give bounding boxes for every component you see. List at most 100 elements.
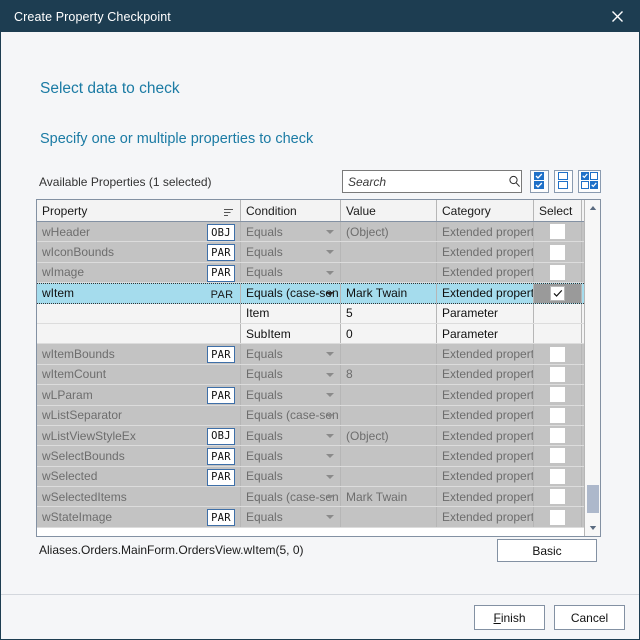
cell-select[interactable]	[534, 446, 582, 465]
cell-condition[interactable]: Equals	[241, 507, 341, 526]
table-row[interactable]: wStateImagePAREqualsExtended property	[37, 507, 600, 527]
type-badge[interactable]: PAR	[207, 244, 235, 261]
select-checkbox[interactable]	[550, 489, 565, 504]
table-row[interactable]: wImagePAREqualsExtended property	[37, 263, 600, 283]
close-button[interactable]	[595, 1, 639, 32]
column-header-select[interactable]: Select	[534, 200, 582, 221]
select-checkbox[interactable]	[550, 448, 565, 463]
cell-select[interactable]	[534, 426, 582, 445]
chevron-down-icon[interactable]	[326, 271, 334, 275]
type-badge[interactable]: PAR	[207, 265, 235, 282]
chevron-down-icon[interactable]	[326, 393, 334, 397]
cell-select[interactable]	[534, 365, 582, 384]
select-checkbox[interactable]	[550, 286, 565, 301]
cell-value[interactable]: 5	[341, 304, 437, 323]
cell-condition[interactable]: SubItem	[241, 324, 341, 343]
select-checkbox[interactable]	[550, 245, 565, 260]
type-badge[interactable]: OBJ	[207, 428, 235, 445]
chevron-down-icon[interactable]	[326, 230, 334, 234]
cell-value[interactable]: Mark Twain	[341, 487, 437, 506]
table-row[interactable]: wItemBoundsPAREqualsExtended property	[37, 344, 600, 364]
cell-value[interactable]	[341, 263, 437, 282]
type-badge[interactable]: OBJ	[207, 224, 235, 241]
cell-property[interactable]: wSelectedItems	[37, 487, 241, 506]
chevron-down-icon[interactable]	[326, 414, 334, 418]
cell-value[interactable]	[341, 446, 437, 465]
cell-select[interactable]	[534, 284, 582, 302]
select-checkbox[interactable]	[550, 428, 565, 443]
cell-property[interactable]	[37, 304, 241, 323]
cell-condition[interactable]: Equals	[241, 222, 341, 241]
cell-condition[interactable]: Equals (case-sen	[241, 284, 341, 302]
table-row[interactable]: wHeaderOBJEquals(Object)Extended propert…	[37, 222, 600, 242]
cell-property[interactable]: wStateImagePAR	[37, 507, 241, 526]
cell-condition[interactable]: Item	[241, 304, 341, 323]
cell-property[interactable]: wSelectedPAR	[37, 467, 241, 486]
cell-value[interactable]	[341, 385, 437, 404]
cell-condition[interactable]: Equals	[241, 385, 341, 404]
cell-value[interactable]: 0	[341, 324, 437, 343]
cell-value[interactable]	[341, 406, 437, 425]
cell-condition[interactable]: Equals	[241, 344, 341, 363]
cell-select[interactable]	[534, 344, 582, 363]
type-badge[interactable]: PAR	[207, 387, 235, 404]
search-input[interactable]	[343, 175, 507, 189]
cell-value[interactable]	[341, 467, 437, 486]
cell-select[interactable]	[534, 467, 582, 486]
select-checkbox[interactable]	[550, 408, 565, 423]
chevron-down-icon[interactable]	[326, 292, 334, 296]
scroll-down-button[interactable]	[585, 520, 600, 536]
type-badge[interactable]: PAR	[207, 448, 235, 465]
type-badge[interactable]: PAR	[207, 509, 235, 526]
table-row[interactable]: Item5Parameter	[37, 304, 600, 324]
cell-property[interactable]: wIconBoundsPAR	[37, 242, 241, 261]
select-all-button[interactable]	[530, 170, 549, 193]
cell-select[interactable]	[534, 222, 582, 241]
sort-filter-icon[interactable]	[223, 206, 234, 220]
table-row[interactable]: wSelectedItemsEquals (case-senMark Twain…	[37, 487, 600, 507]
table-row[interactable]: wSelectBoundsPAREqualsExtended property	[37, 446, 600, 466]
chevron-down-icon[interactable]	[326, 454, 334, 458]
select-checkbox[interactable]	[550, 469, 565, 484]
grid-vertical-scrollbar[interactable]	[584, 200, 600, 536]
select-checkbox[interactable]	[550, 367, 565, 382]
cell-value[interactable]	[341, 242, 437, 261]
cell-select[interactable]	[534, 242, 582, 261]
table-row[interactable]: wItemCountEquals8Extended property	[37, 365, 600, 385]
properties-grid[interactable]: Property Condition Value Category Select…	[36, 199, 601, 537]
cell-condition[interactable]: Equals	[241, 263, 341, 282]
cell-select[interactable]	[534, 385, 582, 404]
type-badge[interactable]: PAR	[209, 287, 235, 302]
cell-condition[interactable]: Equals	[241, 365, 341, 384]
cell-property[interactable]: wImagePAR	[37, 263, 241, 282]
cell-property[interactable]	[37, 324, 241, 343]
scrollbar-thumb[interactable]	[587, 485, 599, 513]
finish-button[interactable]: Finish	[474, 605, 545, 630]
cell-property[interactable]: wSelectBoundsPAR	[37, 446, 241, 465]
table-row[interactable]: SubItem0Parameter	[37, 324, 600, 344]
column-header-property[interactable]: Property	[37, 200, 241, 221]
cell-condition[interactable]: Equals	[241, 242, 341, 261]
column-header-category[interactable]: Category	[437, 200, 534, 221]
cell-property[interactable]: wItemPAR	[37, 284, 241, 302]
select-checkbox[interactable]	[550, 510, 565, 525]
select-checkbox[interactable]	[550, 224, 565, 239]
cell-select[interactable]	[534, 263, 582, 282]
chevron-down-icon[interactable]	[326, 434, 334, 438]
cell-select[interactable]	[534, 324, 582, 343]
select-checkbox[interactable]	[550, 265, 565, 280]
chevron-down-icon[interactable]	[326, 515, 334, 519]
column-header-condition[interactable]: Condition	[241, 200, 341, 221]
cell-property[interactable]: wItemBoundsPAR	[37, 344, 241, 363]
chevron-down-icon[interactable]	[326, 373, 334, 377]
cell-condition[interactable]: Equals	[241, 446, 341, 465]
select-checkbox[interactable]	[550, 347, 565, 362]
cell-condition[interactable]: Equals	[241, 426, 341, 445]
table-row[interactable]: wListViewStyleExOBJEquals(Object)Extende…	[37, 426, 600, 446]
scroll-up-button[interactable]	[585, 200, 600, 216]
table-row[interactable]: wIconBoundsPAREqualsExtended property	[37, 242, 600, 262]
chevron-down-icon[interactable]	[326, 250, 334, 254]
cell-property[interactable]: wItemCount	[37, 365, 241, 384]
type-badge[interactable]: PAR	[207, 346, 235, 363]
table-row[interactable]: wSelectedPAREqualsExtended property	[37, 467, 600, 487]
